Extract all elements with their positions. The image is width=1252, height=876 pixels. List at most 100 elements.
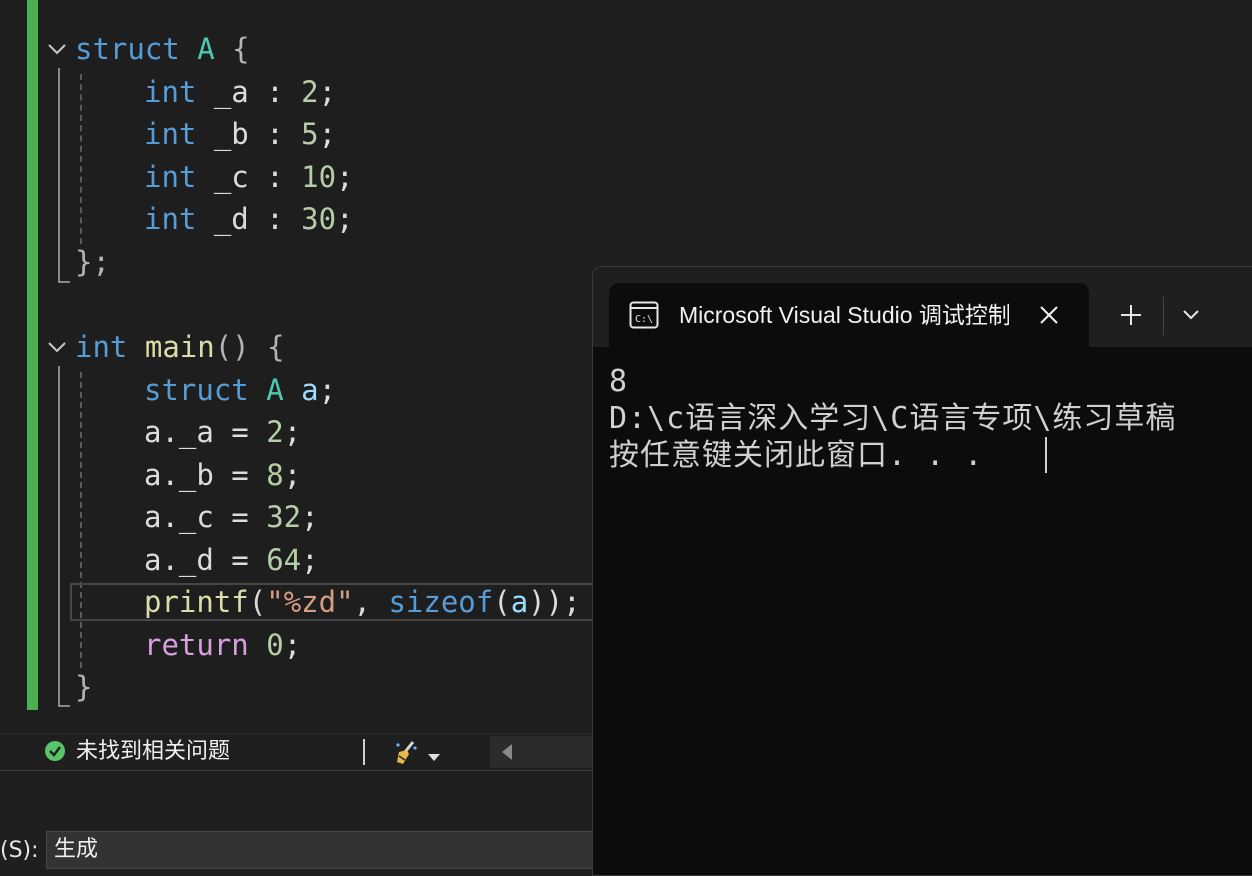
svg-text:C:\: C:\: [635, 314, 653, 325]
code-token: ;: [336, 160, 354, 194]
struct-indent-guide: [80, 74, 82, 244]
code-line[interactable]: a._d = 64;: [144, 539, 319, 581]
code-token: ;: [336, 202, 354, 236]
code-token: ;: [301, 500, 319, 534]
code-token: return: [144, 628, 249, 662]
code-token: _c :: [196, 160, 302, 194]
code-token: 10: [301, 160, 337, 194]
code-line[interactable]: struct A a;: [144, 369, 336, 411]
code-token: int: [144, 160, 197, 194]
code-token: a: [301, 373, 319, 407]
console-titlebar[interactable]: C:\ Microsoft Visual Studio 调试控制台: [593, 267, 1252, 347]
output-source-label: (S):: [0, 838, 39, 863]
change-indicator-bar: [27, 0, 38, 710]
code-token: A: [197, 32, 215, 66]
struct-scope-guide-end: [58, 281, 70, 283]
code-token: };: [75, 245, 110, 279]
new-tab-plus-icon[interactable]: [1119, 303, 1143, 327]
code-line[interactable]: a._c = 32;: [144, 496, 319, 538]
code-token: struct: [75, 32, 180, 66]
status-separator: [363, 739, 365, 765]
code-token: ;: [318, 75, 337, 109]
console-cursor: [1045, 437, 1047, 473]
code-line[interactable]: printf("%zd", sizeof(a));: [144, 581, 581, 623]
code-token: a: [510, 585, 529, 619]
output-source-value: 生成: [54, 837, 99, 862]
code-token: 5: [301, 117, 319, 151]
code-token: ;: [283, 415, 302, 449]
fold-main-chevron-icon[interactable]: [46, 336, 68, 358]
code-line[interactable]: };: [75, 241, 110, 283]
code-line[interactable]: int _a : 2;: [144, 71, 336, 113]
console-tab-title: Microsoft Visual Studio 调试控制台: [679, 302, 1009, 328]
code-token: ;: [283, 458, 302, 492]
console-output-line: D:\c语言深入学习\C语言专项\练习草稿: [609, 401, 1177, 436]
code-token: int: [75, 330, 128, 364]
code-token: ,: [353, 585, 389, 619]
code-line[interactable]: int main() {: [75, 326, 285, 368]
code-token: a._b =: [144, 458, 267, 492]
output-source-select[interactable]: 生成: [46, 831, 606, 869]
code-line[interactable]: int _b : 5;: [144, 113, 336, 155]
code-editor[interactable]: struct A {int _a : 2; int _b : 5; int _c :…: [0, 0, 600, 735]
code-token: (: [248, 585, 267, 619]
code-token: int: [144, 75, 197, 109]
code-token: (: [493, 585, 511, 619]
debug-console-window[interactable]: C:\ Microsoft Visual Studio 调试控制台 8 D:\c…: [592, 266, 1252, 876]
code-line[interactable]: }: [75, 666, 92, 708]
close-tab-icon[interactable]: [1037, 303, 1061, 327]
code-line[interactable]: a._b = 8;: [144, 454, 301, 496]
code-token: () {: [214, 330, 285, 364]
main-scope-guide: [58, 366, 60, 706]
code-token: 2: [266, 415, 284, 449]
code-token: a._d =: [144, 543, 267, 577]
cleanup-dropdown-icon[interactable]: [427, 748, 441, 761]
code-token: 30: [301, 202, 337, 236]
code-token: ));: [528, 585, 581, 619]
titlebar-separator: [1163, 297, 1164, 335]
code-token: _d :: [196, 202, 302, 236]
fold-struct-chevron-icon[interactable]: [46, 38, 68, 60]
code-token: }: [75, 670, 93, 704]
code-token: int: [144, 202, 197, 236]
code-token: ;: [283, 628, 302, 662]
issues-status-text[interactable]: 未找到相关问题: [76, 738, 230, 766]
code-token: a._c =: [144, 500, 267, 534]
editor-status-bar: 未找到相关问题: [0, 733, 602, 771]
code-token: A: [266, 373, 284, 407]
code-line[interactable]: int _c : 10;: [144, 156, 354, 198]
main-indent-guide: [80, 372, 82, 668]
console-output-line: 8: [609, 364, 629, 399]
code-token: ;: [301, 543, 319, 577]
code-line[interactable]: a._a = 2;: [144, 411, 301, 453]
code-token: "%zd": [266, 585, 354, 619]
code-token: sizeof: [388, 585, 494, 619]
code-cleanup-brush-icon[interactable]: [393, 738, 421, 766]
scroll-left-arrow-icon[interactable]: [500, 743, 514, 761]
code-line[interactable]: return 0;: [144, 624, 301, 666]
check-circle-icon: [44, 740, 66, 762]
code-token: struct: [144, 373, 249, 407]
console-output-line: 按任意键关闭此窗口. . .: [609, 438, 984, 473]
code-token: int: [144, 117, 197, 151]
code-token: printf: [144, 585, 249, 619]
code-token: _a :: [196, 75, 302, 109]
main-scope-guide-end: [58, 705, 70, 707]
code-token: 64: [266, 543, 302, 577]
code-line[interactable]: struct A {: [75, 28, 250, 70]
terminal-icon: C:\: [629, 301, 659, 329]
struct-scope-guide: [58, 68, 60, 282]
code-token: 8: [266, 458, 284, 492]
code-token: ;: [318, 117, 337, 151]
tab-menu-chevron-down-icon[interactable]: [1181, 307, 1201, 323]
code-token: ;: [318, 373, 337, 407]
code-token: _b :: [196, 117, 302, 151]
code-line[interactable]: int _d : 30;: [144, 198, 354, 240]
console-tab[interactable]: C:\ Microsoft Visual Studio 调试控制台: [609, 283, 1089, 347]
code-token: 2: [301, 75, 319, 109]
